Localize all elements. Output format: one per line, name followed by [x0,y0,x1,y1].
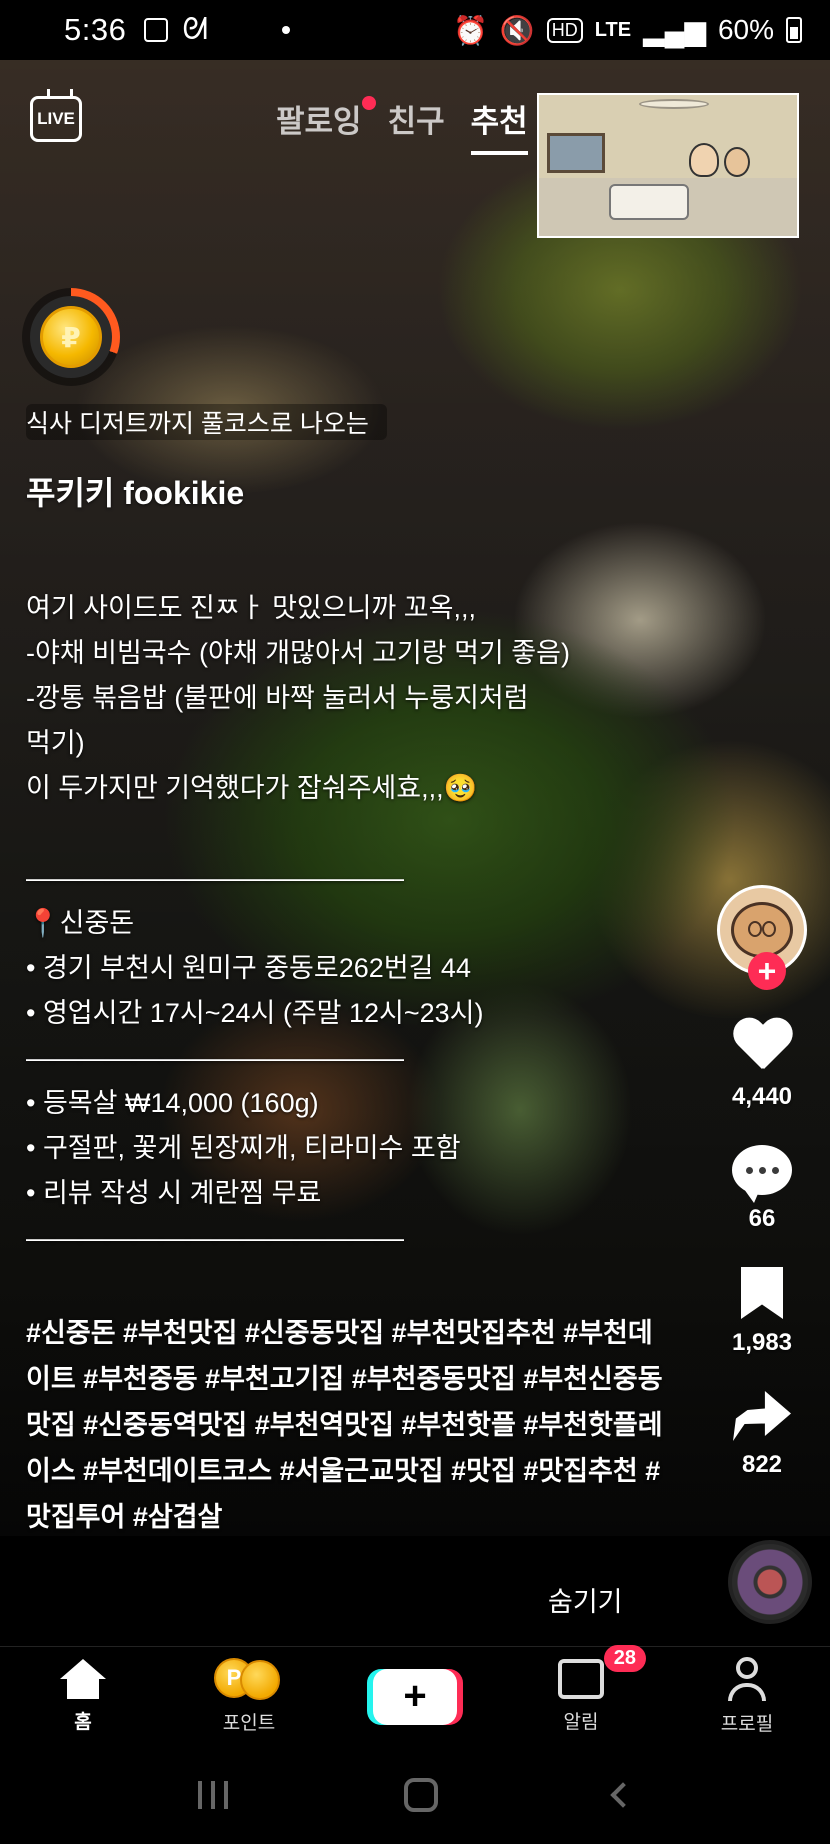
nav-profile[interactable]: 프로필 [687,1657,807,1736]
creator-avatar[interactable]: + [717,885,807,990]
new-dot-icon [361,96,376,110]
comment-count: 66 [748,1205,776,1232]
gallery-icon [144,18,169,42]
bookmark-count: 1,983 [731,1329,793,1356]
system-home-icon[interactable] [404,1778,438,1812]
back-icon[interactable] [610,1782,636,1808]
tab-following[interactable]: 팔로잉 [276,96,376,141]
inbox-badge: 28 [603,1645,646,1672]
battery-icon [786,17,802,43]
coin-reward-widget[interactable]: ₽ [22,288,120,386]
bookmark-button[interactable]: 1,983 [732,1267,792,1357]
rabbit-icon: ᘛ [182,13,208,46]
creator-username[interactable]: 푸키키 fookikie [26,468,244,514]
action-rail: + 4,440 66 1,983 822 [712,885,812,1479]
tab-friends[interactable]: 친구 [388,96,445,141]
heart-icon [732,1019,792,1073]
video-description: 여기 사이드도 진ㅉㅏ 맛있으니까 꼬옥,,, -야채 비빔국수 (야채 개많아… [26,593,570,1253]
song-title: 식사 디저트까지 풀코스로 나오는 [26,410,369,438]
nav-profile-label: 프로필 [720,1714,774,1735]
avatar-face-icon [731,902,793,958]
status-time: 5:36 [64,12,127,47]
like-button[interactable]: 4,440 [732,1019,792,1111]
comment-icon [732,1145,792,1203]
system-nav [0,1746,830,1844]
coin-icon: ₽ [40,306,102,368]
tab-following-label: 팔로잉 [276,104,362,139]
status-bar: 5:36 ᘛ ⏰ 🔇 HD LTE ▂▄▆ 60% [0,0,830,60]
live-button[interactable]: LIVE [30,96,82,142]
mute-icon: 🔇 [499,14,535,46]
signal-icon: ▂▄▆ [643,14,706,46]
bottom-nav: 홈 P 포인트 + 28 알림 프로필 [0,1645,830,1746]
inbox-icon: 28 [558,1645,646,1699]
feed-tabs: 팔로잉 친구 추천 [276,96,528,155]
create-plus-icon: + [373,1668,457,1725]
profile-icon [726,1657,768,1701]
hd-icon: HD [546,17,583,43]
alarm-icon: ⏰ [453,14,488,46]
follow-button[interactable]: + [748,952,786,990]
pip-video[interactable] [537,93,799,238]
share-icon [733,1391,791,1441]
bookmark-icon [741,1267,783,1319]
recent-apps-icon[interactable] [198,1781,228,1809]
battery-label: 60% [717,14,774,45]
hide-caption-button[interactable]: 숨기기 [548,1580,623,1619]
points-icon: P [214,1658,284,1700]
nav-inbox[interactable]: 28 알림 [521,1645,646,1734]
share-count: 822 [741,1451,783,1478]
nav-create[interactable]: + [355,1668,475,1725]
tab-recommended[interactable]: 추천 [470,96,528,155]
nav-inbox-label: 알림 [563,1712,599,1733]
notification-dot-icon [281,26,290,34]
song-strip[interactable]: 식사 디저트까지 풀코스로 나오는 [26,404,387,440]
nav-points[interactable]: P 포인트 [189,1658,309,1735]
home-icon [60,1659,106,1699]
like-count: 4,440 [731,1083,793,1110]
live-label: LIVE [37,109,75,128]
music-disc-icon[interactable] [728,1540,812,1624]
comment-button[interactable]: 66 [732,1145,792,1233]
share-button[interactable]: 822 [733,1391,791,1479]
nav-home[interactable]: 홈 [23,1659,143,1734]
hashtags[interactable]: #신중돈 #부천맛집 #신중동맛집 #부천맛집추천 #부천데이트 #부천중동 #… [26,1310,666,1540]
network-label: LTE [594,18,632,41]
nav-points-label: 포인트 [222,1713,276,1734]
nav-home-label: 홈 [74,1712,92,1733]
